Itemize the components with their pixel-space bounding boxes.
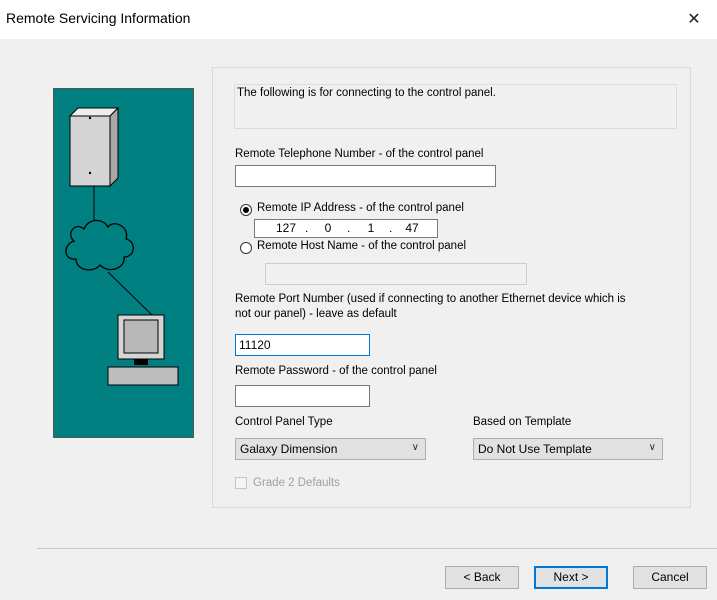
panel-type-label: Control Panel Type — [235, 416, 333, 428]
ip-octet-4[interactable]: 47 — [399, 221, 425, 235]
chevron-down-icon: ∨ — [411, 442, 419, 453]
next-button[interactable]: Next > — [534, 566, 608, 589]
cancel-button[interactable]: Cancel — [633, 566, 707, 589]
ip-address-label: Remote IP Address - of the control panel — [257, 202, 464, 214]
panel-type-value: Galaxy Dimension — [240, 442, 338, 456]
host-name-radio[interactable] — [240, 242, 252, 254]
host-name-input[interactable] — [265, 263, 527, 285]
ip-address-radio[interactable] — [240, 204, 252, 216]
port-input[interactable]: 11120 — [235, 334, 370, 356]
close-icon[interactable]: ✕ — [671, 0, 717, 39]
password-label: Remote Password - of the control panel — [235, 365, 437, 377]
grade2-label: Grade 2 Defaults — [253, 477, 340, 489]
template-label: Based on Template — [473, 416, 572, 428]
ip-octet-2[interactable]: 0 — [315, 221, 341, 235]
back-button[interactable]: < Back — [445, 566, 519, 589]
monitor-icon — [107, 314, 179, 386]
ip-dot: . — [389, 221, 393, 235]
info-text: The following is for connecting to the c… — [237, 87, 496, 99]
ip-octet-1[interactable]: 127 — [273, 221, 299, 235]
grade2-checkbox[interactable] — [235, 477, 247, 489]
port-label-line2: not our panel) - leave as default — [235, 308, 397, 320]
panel-type-select[interactable]: Galaxy Dimension ∨ — [235, 438, 426, 460]
password-input[interactable] — [235, 385, 370, 407]
chevron-down-icon: ∨ — [648, 442, 656, 453]
network-cloud-icon — [65, 219, 134, 271]
port-label-line1: Remote Port Number (used if connecting t… — [235, 293, 626, 305]
ip-address-input[interactable]: 127 . 0 . 1 . 47 — [254, 219, 438, 238]
window-title: Remote Servicing Information — [6, 10, 191, 26]
phone-label: Remote Telephone Number - of the control… — [235, 148, 484, 160]
info-box: The following is for connecting to the c… — [234, 84, 677, 129]
ip-octet-3[interactable]: 1 — [358, 221, 384, 235]
host-name-label: Remote Host Name - of the control panel — [257, 240, 467, 252]
template-value: Do Not Use Template — [478, 442, 592, 456]
phone-input[interactable] — [235, 165, 496, 187]
template-select[interactable]: Do Not Use Template ∨ — [473, 438, 663, 460]
connection-illustration — [53, 88, 194, 438]
footer-separator — [37, 548, 717, 549]
ip-dot: . — [347, 221, 351, 235]
title-bar: Remote Servicing Information ✕ — [0, 0, 717, 39]
computer-tower-icon — [68, 106, 120, 188]
ip-dot: . — [305, 221, 309, 235]
